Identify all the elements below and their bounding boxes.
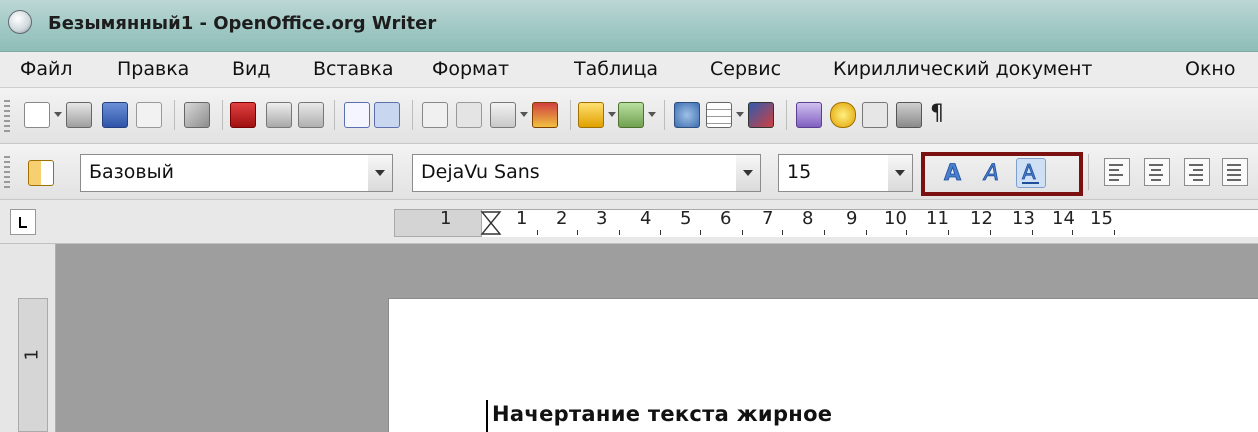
highlight-box (921, 152, 1083, 196)
standard-toolbar: ¶ (0, 88, 1258, 144)
ruler-label: 13 (1012, 208, 1035, 229)
ruler-label: 8 (802, 208, 814, 229)
table-icon[interactable] (706, 102, 732, 128)
paste-icon[interactable] (490, 102, 516, 128)
ruler-label: 3 (596, 208, 608, 229)
ruler-label: 9 (846, 208, 858, 229)
toolbar-grip[interactable] (4, 156, 10, 188)
navigator-icon[interactable] (830, 102, 856, 128)
font-name-dropdown-icon[interactable] (736, 154, 761, 192)
menu-window[interactable]: Окно (1185, 58, 1235, 80)
menu-cyrillic-document[interactable]: Кириллический документ (833, 58, 1092, 80)
ruler-label: 10 (884, 208, 907, 229)
cut-icon[interactable] (422, 102, 448, 128)
hyperlink-icon[interactable] (674, 102, 700, 128)
tab-stop-selector-icon[interactable] (10, 209, 36, 235)
autospellcheck-icon[interactable] (374, 102, 400, 128)
ruler-label: 2 (556, 208, 568, 229)
redo-icon[interactable] (618, 102, 644, 128)
font-size-dropdown-icon[interactable] (888, 154, 913, 192)
print-icon[interactable] (266, 102, 292, 128)
undo-icon[interactable] (578, 102, 604, 128)
table-dropdown-arrow-icon[interactable] (736, 112, 744, 117)
align-justify-icon[interactable] (1222, 158, 1248, 186)
ruler-label: 14 (1052, 208, 1075, 229)
document-text[interactable]: Начертание текста жирное (492, 402, 832, 426)
spellcheck-icon[interactable] (344, 102, 370, 128)
toolbar-grip[interactable] (4, 100, 10, 132)
menu-bar: Файл Правка Вид Вставка Формат Таблица С… (0, 52, 1258, 88)
align-left-icon[interactable] (1104, 158, 1130, 186)
save-icon[interactable] (102, 102, 128, 128)
menu-edit[interactable]: Правка (117, 58, 189, 80)
indent-marker-icon[interactable] (478, 210, 504, 236)
gallery-icon[interactable] (862, 102, 888, 128)
ruler-label: 1 (440, 208, 452, 229)
ruler-label: 15 (1090, 208, 1113, 229)
ruler-label: 4 (640, 208, 652, 229)
window-title: Безымянный1 - OpenOffice.org Writer (48, 13, 437, 34)
menu-format[interactable]: Формат (432, 58, 509, 80)
font-name-combo[interactable]: DejaVu Sans (412, 154, 738, 192)
paragraph-style-value: Базовый (89, 161, 174, 183)
ruler-label: 6 (720, 208, 732, 229)
formatting-marks-icon[interactable]: ¶ (930, 102, 944, 126)
format-paintbrush-icon[interactable] (532, 102, 558, 128)
page-preview-icon[interactable] (298, 102, 324, 128)
vertical-ruler-margin (18, 298, 48, 432)
new-dropdown-arrow-icon[interactable] (54, 112, 62, 117)
font-size-combo[interactable]: 15 (778, 154, 890, 192)
redo-dropdown-arrow-icon[interactable] (648, 112, 656, 117)
paragraph-style-combo[interactable]: Базовый (80, 154, 370, 192)
export-pdf-icon[interactable] (230, 102, 256, 128)
font-name-value: DejaVu Sans (421, 161, 540, 183)
ruler-label: 5 (680, 208, 692, 229)
menu-view[interactable]: Вид (232, 58, 271, 80)
ruler-label: 12 (970, 208, 993, 229)
menu-table[interactable]: Таблица (574, 58, 658, 80)
menu-file[interactable]: Файл (20, 58, 73, 80)
email-icon[interactable] (136, 102, 162, 128)
styles-formatting-icon[interactable] (28, 160, 54, 186)
templates-icon[interactable] (66, 102, 92, 128)
ruler-left-margin (394, 209, 482, 237)
horizontal-ruler: 1 1 2 3 4 5 6 7 8 9 10 11 12 13 14 15 (0, 200, 1258, 244)
font-size-value: 15 (787, 161, 812, 183)
draw-functions-icon[interactable] (748, 102, 774, 128)
new-document-icon[interactable] (24, 102, 50, 128)
vertical-ruler-label: 1 (21, 349, 43, 361)
ruler-label: 7 (762, 208, 774, 229)
undo-dropdown-arrow-icon[interactable] (608, 112, 616, 117)
ruler-label: 11 (926, 208, 949, 229)
edit-file-icon[interactable] (184, 102, 210, 128)
align-right-icon[interactable] (1184, 158, 1210, 186)
app-icon[interactable] (8, 10, 32, 34)
find-replace-icon[interactable] (796, 102, 822, 128)
copy-icon[interactable] (456, 102, 482, 128)
paragraph-style-dropdown-icon[interactable] (368, 154, 393, 192)
align-center-icon[interactable] (1144, 158, 1170, 186)
ruler-label: 1 (516, 208, 528, 229)
title-bar: Безымянный1 - OpenOffice.org Writer (0, 0, 1258, 52)
menu-insert[interactable]: Вставка (313, 58, 394, 80)
menu-tools[interactable]: Сервис (710, 58, 781, 80)
data-sources-icon[interactable] (896, 102, 922, 128)
text-cursor (486, 400, 488, 432)
paste-dropdown-arrow-icon[interactable] (520, 112, 528, 117)
